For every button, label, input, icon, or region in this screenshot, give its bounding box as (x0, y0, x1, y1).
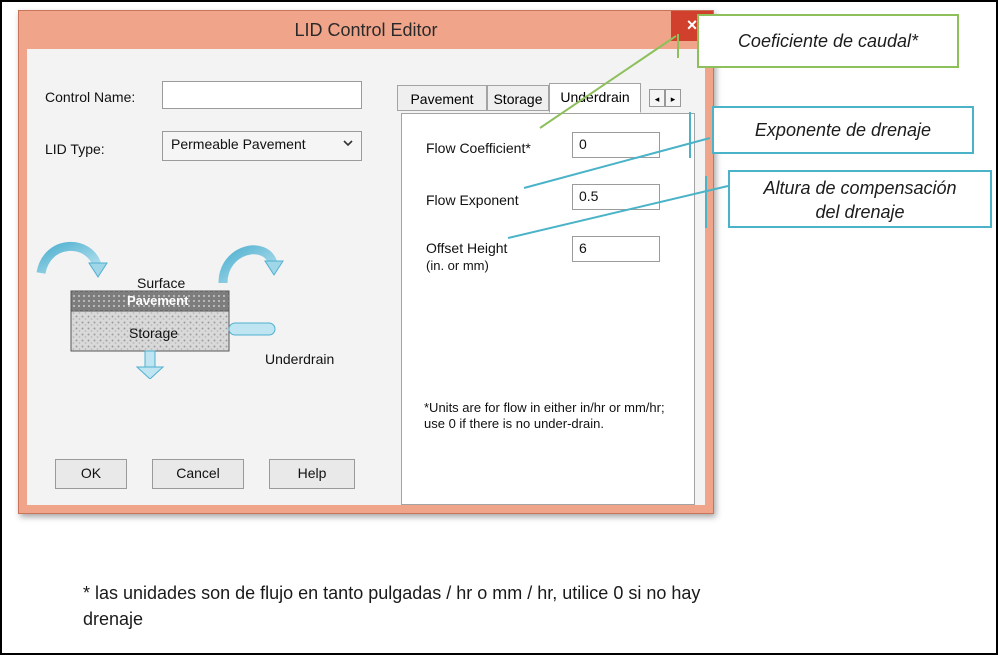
dialog-client-area: Control Name: LID Type: Permeable Paveme… (27, 49, 705, 505)
offset-height-input[interactable]: 6 (572, 236, 660, 262)
units-note: *Units are for flow in either in/hr or m… (424, 400, 665, 431)
underdrain-label: Underdrain (265, 351, 335, 367)
ok-button[interactable]: OK (55, 459, 127, 489)
offset-height-label: Offset Height (426, 240, 508, 256)
tab-pavement[interactable]: Pavement (397, 85, 487, 111)
chevron-down-icon (343, 138, 353, 150)
spanish-footnote: * las unidades son de flujo en tanto pul… (83, 583, 701, 629)
lid-control-editor-dialog: LID Control Editor × Control Name: LID T… (18, 10, 714, 514)
callout-altura-line-1: Altura de compensación (763, 178, 957, 198)
chevron-right-icon: ▸ (670, 94, 676, 104)
callout-coeficiente-de-caudal: Coeficiente de caudal* (697, 14, 959, 68)
storage-label: Storage (129, 325, 179, 341)
lid-type-value: Permeable Pavement (171, 136, 306, 152)
flow-exponent-input[interactable]: 0.5 (572, 184, 660, 210)
cancel-button[interactable]: Cancel (152, 459, 244, 489)
lid-type-select[interactable]: Permeable Pavement (162, 131, 362, 161)
flow-exponent-label: Flow Exponent (426, 192, 519, 208)
title-bar[interactable]: LID Control Editor × (19, 11, 713, 49)
offset-height-units-label: (in. or mm) (426, 258, 489, 273)
control-name-input[interactable] (162, 81, 362, 109)
chevron-left-icon: ◂ (654, 94, 660, 104)
lid-type-label: LID Type: (45, 141, 105, 157)
dialog-title: LID Control Editor (294, 20, 438, 40)
callout-altura-de-compensacion: Altura de compensación del drenaje (728, 170, 992, 228)
tab-storage[interactable]: Storage (487, 85, 549, 111)
close-icon: × (686, 15, 698, 35)
tab-scroll-left-button[interactable]: ◂ (649, 89, 665, 107)
control-name-label: Control Name: (45, 89, 136, 105)
pavement-diagram: Surface Pavement Storage Underdrain (27, 219, 367, 379)
underdrain-panel: Flow Coefficient* 0 Flow Exponent 0.5 Of… (401, 113, 695, 505)
callout-exponente-de-drenaje: Exponente de drenaje (712, 106, 974, 154)
flow-coefficient-input[interactable]: 0 (572, 132, 660, 158)
flow-coefficient-label: Flow Coefficient* (426, 140, 531, 156)
tab-scroll-right-button[interactable]: ▸ (665, 89, 681, 107)
help-button[interactable]: Help (269, 459, 355, 489)
callout-altura-line-2: del drenaje (815, 202, 905, 222)
surface-label: Surface (137, 275, 186, 291)
tab-underdrain[interactable]: Underdrain (549, 83, 641, 113)
pavement-label: Pavement (127, 293, 189, 308)
